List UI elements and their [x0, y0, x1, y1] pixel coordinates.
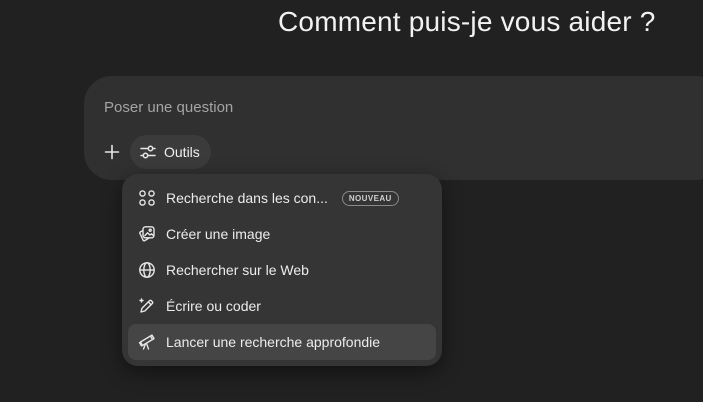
menu-item-label: Écrire ou coder [166, 298, 261, 314]
menu-item-label: Rechercher sur le Web [166, 262, 309, 278]
menu-item-create-image[interactable]: Créer une image [128, 216, 436, 252]
telescope-icon [138, 333, 156, 351]
menu-item-deep-research[interactable]: Lancer une recherche approfondie [128, 324, 436, 360]
menu-item-label: Créer une image [166, 226, 271, 242]
tools-button[interactable]: Outils [130, 135, 211, 169]
add-button[interactable] [100, 138, 124, 166]
question-input[interactable] [104, 96, 664, 118]
composer: Outils [84, 76, 703, 180]
page-title: Comment puis-je vous aider ? [278, 6, 656, 37]
menu-item-connectors-search[interactable]: Recherche dans les con... NOUVEAU [128, 180, 436, 216]
page: Comment puis-je vous aider ? Outils [0, 0, 703, 402]
connectors-icon [138, 189, 156, 207]
pen-sparkle-icon [138, 297, 156, 315]
sliders-icon [139, 143, 157, 161]
menu-item-web-search[interactable]: Rechercher sur le Web [128, 252, 436, 288]
globe-icon [138, 261, 156, 279]
plus-icon [104, 144, 120, 160]
tools-label: Outils [164, 144, 200, 160]
menu-item-write-code[interactable]: Écrire ou coder [128, 288, 436, 324]
menu-item-label: Lancer une recherche approfondie [166, 334, 381, 350]
new-badge: NOUVEAU [341, 190, 399, 206]
image-icon [138, 225, 156, 243]
tools-menu: Recherche dans les con... NOUVEAU Créer … [122, 174, 442, 366]
menu-item-label: Recherche dans les con... [166, 190, 328, 206]
